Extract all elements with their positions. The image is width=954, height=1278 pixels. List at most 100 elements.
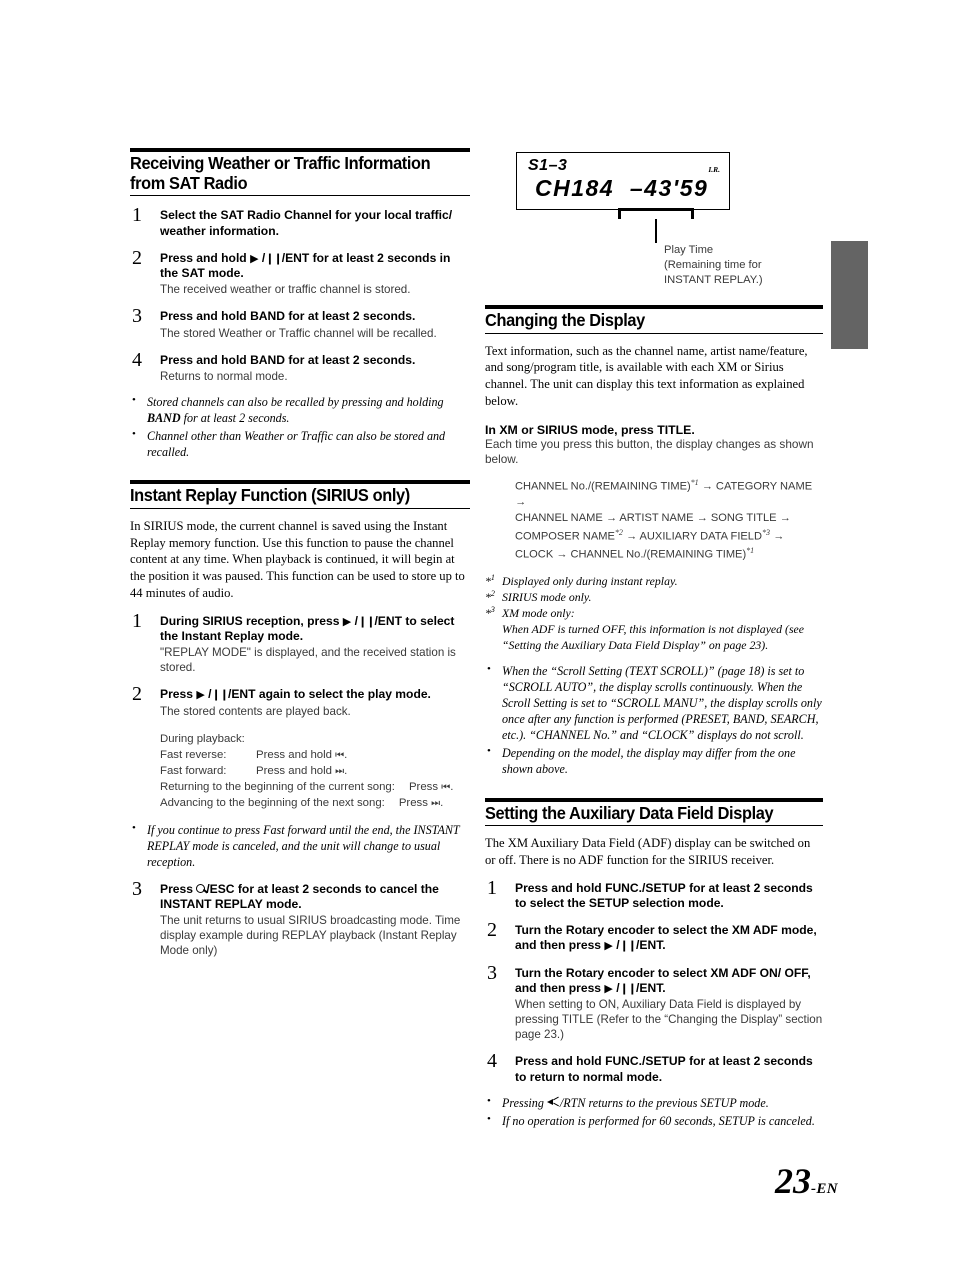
section4-notes: Pressing /RTN returns to the previous SE… <box>485 1094 823 1129</box>
step-4-1: 1 Press and hold FUNC./SETUP for at leas… <box>485 877 823 911</box>
step-title: Press and hold FUNC./SETUP for at least … <box>515 881 823 911</box>
step-title-pre: Press <box>160 881 197 896</box>
step-title: Turn the Rotary encoder to select XM ADF… <box>515 965 811 995</box>
section2-notes: If you continue to press Fast forward un… <box>130 821 470 870</box>
note-item: When the “Scroll Setting (TEXT SCROLL)” … <box>485 662 823 743</box>
flow-line: CLOCK → CHANNEL No./(REMAINING TIME)*1 <box>515 546 755 562</box>
section3-notes: When the “Scroll Setting (TEXT SCROLL)” … <box>485 662 823 778</box>
playback-label: Advancing to the beginning of the next s… <box>160 797 385 810</box>
playback-header: During playback: <box>160 732 245 745</box>
manual-page: Receiving Weather or Traffic Information… <box>0 0 954 1278</box>
note-text-post: for at least 2 seconds. <box>180 411 290 426</box>
subheading-pre: In XM or SIRIUS mode, press <box>485 422 658 437</box>
step-title: Turn the Rotary encoder to select the XM… <box>515 923 817 953</box>
brace-left-tick <box>618 208 621 219</box>
note-text-pre: Pressing <box>502 1095 547 1110</box>
step-title-pre: Press and hold <box>515 1054 606 1069</box>
band-key-label: BAND <box>250 352 285 367</box>
section-title: Receiving Weather or Traffic Information… <box>130 153 431 193</box>
section4-intro: The XM Auxiliary Data Field (ADF) displa… <box>485 836 811 867</box>
step-title-pre: Press and hold <box>160 250 251 265</box>
playback-row: Fast forward: Press and hold ⏭. <box>160 763 470 779</box>
step-description: When setting to ON, Auxiliary Data Field… <box>515 998 823 1042</box>
playback-row: Fast reverse: Press and hold ⏮. <box>160 747 470 763</box>
step-number: 3 <box>487 961 497 984</box>
playback-action: Press and hold ⏮. <box>256 748 348 761</box>
playback-table: During playback: Fast reverse: Press and… <box>160 731 470 812</box>
func-setup-key-label: FUNC./SETUP <box>605 1054 686 1069</box>
playback-action: Press ⏭. <box>398 797 444 810</box>
flow-line: COMPOSER NAME*2 → AUXILIARY DATA FIELD*3… <box>515 527 785 543</box>
step-title: Press ▶ /❙❙/ENT again to select the play… <box>160 687 431 702</box>
margin-thumb-tab <box>831 241 868 349</box>
step-title: Press /ESC for at least 2 seconds to can… <box>160 882 470 912</box>
step-2-1: 1 During SIRIUS reception, press ▶ /❙❙/E… <box>130 610 470 676</box>
note-item: If no operation is performed for 60 seco… <box>485 1112 823 1129</box>
footnote-text: Displayed only during instant replay. <box>502 573 678 588</box>
section-heading-auxiliary-data-field: Setting the Auxiliary Data Field Display <box>485 797 823 827</box>
step-title-post: . <box>662 980 666 995</box>
flow-line: CHANNEL No./(REMAINING TIME)*1 → CATEGOR… <box>515 478 813 509</box>
step-title: Press and hold BAND for at least 2 secon… <box>160 353 470 368</box>
note-text-post: /RTN returns to the previous SETUP mode. <box>559 1095 769 1110</box>
section-title: Changing the Display <box>485 310 645 330</box>
note-text-pre: Channel other than Weather or Traffic ca… <box>147 429 446 460</box>
step-number: 3 <box>132 877 142 900</box>
play-icon: ▶ <box>196 688 205 702</box>
step-1-4: 4 Press and hold BAND for at least 2 sec… <box>130 349 470 384</box>
note-item: If you continue to press Fast forward un… <box>130 821 470 870</box>
footnote-marker: *2 <box>485 588 495 604</box>
play-icon: ▶ <box>604 939 613 953</box>
brace-bar <box>618 208 694 211</box>
rotary-encoder-key-label: Rotary encoder <box>565 965 655 980</box>
playback-action: Press and hold ⏭. <box>256 764 348 777</box>
footnote-indented-text: When ADF is turned OFF, this information… <box>502 621 805 652</box>
step-number: 4 <box>132 348 142 371</box>
display-sequence-list: CHANNEL No./(REMAINING TIME)*1 → CATEGOR… <box>515 477 823 564</box>
step-number: 1 <box>132 204 142 227</box>
step-description: The received weather or traffic channel … <box>160 283 411 297</box>
section1-notes: Stored channels can also be recalled by … <box>130 393 470 460</box>
footnote-list: *1 Displayed only during instant replay. … <box>485 573 823 653</box>
step-title-post: . <box>662 938 666 953</box>
lcd-display-figure: S1–3 I.R. CH184 –43'59 <box>516 152 732 210</box>
band-key-label: BAND <box>250 309 285 324</box>
step-number: 1 <box>132 609 142 632</box>
step-2-3: 3 Press /ESC for at least 2 seconds to c… <box>130 878 470 959</box>
flow-line: CHANNEL NAME → ARTIST NAME → SONG TITLE … <box>515 512 791 525</box>
step-description: The unit returns to usual SIRIUS broadca… <box>160 914 461 958</box>
footnote-item: *3 XM mode only: When ADF is turned OFF, t… <box>485 605 823 653</box>
playback-row: Returning to the beginning of the curren… <box>160 779 470 795</box>
step-title: Press and hold FUNC./SETUP for at least … <box>515 1054 823 1084</box>
step-title: Press and hold BAND for at least 2 secon… <box>160 309 470 324</box>
step-number: 3 <box>132 305 142 328</box>
step-title-post: for at least 2 seconds. <box>285 309 416 324</box>
footnote-text: XM mode only: <box>502 605 575 620</box>
note-bold-key: BAND <box>147 411 181 426</box>
note-text-pre: Stored channels can also be recalled by … <box>147 395 444 409</box>
step-title-pre: Press <box>160 687 197 702</box>
section-heading-instant-replay: Instant Replay Function (SIRIUS only) <box>130 480 470 510</box>
title-key-label: TITLE <box>657 422 692 437</box>
note-item: Stored channels can also be recalled by … <box>130 393 470 426</box>
playback-label: Returning to the beginning of the curren… <box>160 781 395 794</box>
step-title: During SIRIUS reception, press ▶ /❙❙/ENT… <box>160 613 455 643</box>
step-description: Returns to normal mode. <box>160 369 288 383</box>
section-title: Instant Replay Function (SIRIUS only) <box>130 485 410 506</box>
pause-icon: ❙❙ <box>619 981 637 995</box>
step-title-post: again to select the play mode. <box>255 687 431 702</box>
rewind-icon: ⏮ <box>441 782 451 794</box>
section3-subheading: In XM or SIRIUS mode, press TITLE. <box>485 423 823 437</box>
pause-icon: ❙❙ <box>265 251 282 265</box>
note-text-pre: If no operation is performed for 60 seco… <box>502 1113 815 1128</box>
section-title: Setting the Auxiliary Data Field Display <box>485 802 774 823</box>
brace-right-tick <box>691 208 694 219</box>
step-title-pre: Turn the <box>515 965 566 980</box>
right-column: Changing the Display Text information, s… <box>485 305 823 1131</box>
callout-label-play-time: Play Time (Remaining time for INSTANT RE… <box>664 244 763 286</box>
mute-icon <box>546 1096 560 1108</box>
page-number-value: 23 <box>774 1161 811 1201</box>
left-column: Receiving Weather or Traffic Information… <box>130 148 470 958</box>
preset-label: S1–3 <box>528 157 568 174</box>
footnote-item: *2 SIRIUS mode only. <box>485 589 823 605</box>
